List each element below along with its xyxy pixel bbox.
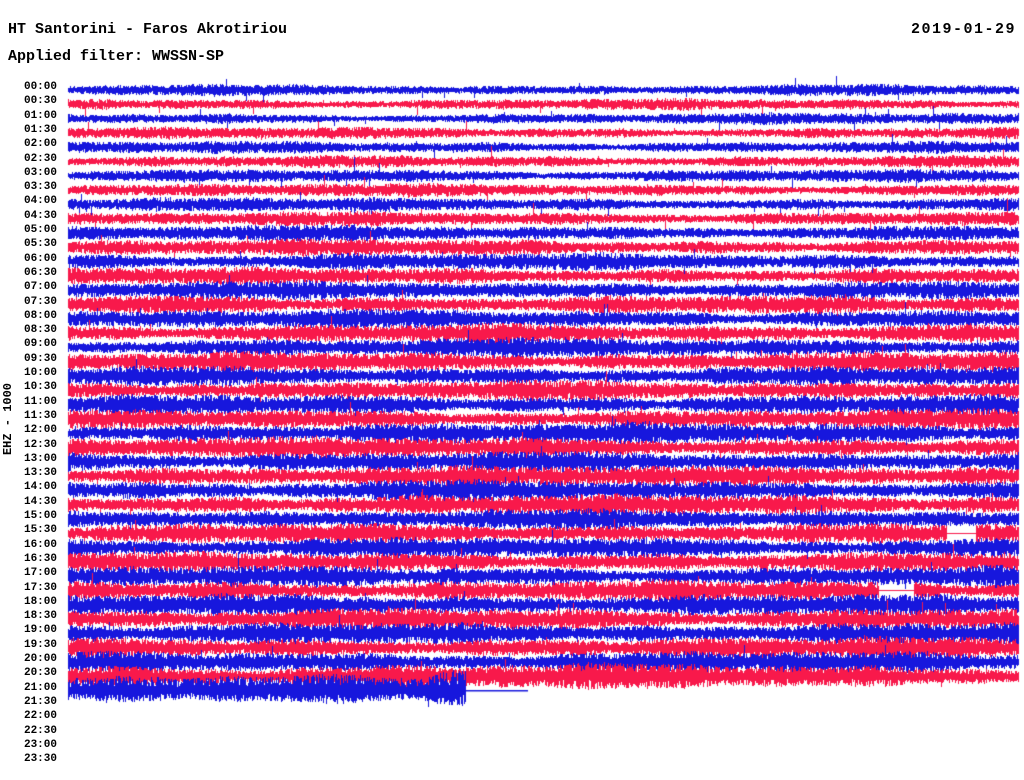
helicorder-traces-canvas[interactable] xyxy=(0,0,1024,780)
time-label-0500: 05:00 xyxy=(23,224,57,236)
time-label-1200: 12:00 xyxy=(23,424,57,437)
time-label-0830: 08:30 xyxy=(23,324,57,337)
time-label-1600: 16:00 xyxy=(23,538,57,551)
time-label-1400: 14:00 xyxy=(23,481,57,494)
time-label-0030: 00:30 xyxy=(23,95,57,108)
time-label-0730: 07:30 xyxy=(23,295,57,308)
time-label-2030: 20:30 xyxy=(23,667,57,680)
helicorder-page: HT Santorini - Faros Akrotiriou 2019-01-… xyxy=(0,0,1024,780)
time-label-1500: 15:00 xyxy=(23,510,57,522)
time-label-0130: 01:30 xyxy=(23,123,57,136)
time-label-0000: 00:00 xyxy=(23,81,57,93)
time-label-2330: 23:30 xyxy=(23,753,57,766)
time-label-1930: 19:30 xyxy=(23,638,57,651)
time-label-1630: 16:30 xyxy=(23,552,57,565)
time-label-2100: 21:00 xyxy=(23,681,57,694)
time-label-1030: 10:30 xyxy=(23,381,57,394)
time-label-2130: 21:30 xyxy=(23,695,57,708)
time-label-2000: 20:00 xyxy=(23,653,57,665)
time-label-0700: 07:00 xyxy=(23,281,57,294)
time-label-1230: 12:30 xyxy=(23,438,57,451)
time-label-1900: 19:00 xyxy=(23,624,57,637)
time-label-1430: 14:30 xyxy=(23,495,57,508)
time-label-1300: 13:00 xyxy=(23,452,57,465)
time-label-0600: 06:00 xyxy=(23,252,57,265)
date-label: 2019-01-29 xyxy=(910,21,1016,38)
time-label-2300: 23:00 xyxy=(23,738,57,751)
time-label-0230: 02:30 xyxy=(23,152,57,165)
time-label-1100: 11:00 xyxy=(23,395,57,408)
time-label-0430: 04:30 xyxy=(23,209,57,222)
time-label-1000: 10:00 xyxy=(23,367,57,379)
time-label-0330: 03:30 xyxy=(23,181,57,194)
time-label-0400: 04:00 xyxy=(23,195,57,208)
time-label-1700: 17:00 xyxy=(23,567,57,580)
time-label-1530: 15:30 xyxy=(23,524,57,537)
time-label-0200: 02:00 xyxy=(23,138,57,151)
time-label-0300: 03:00 xyxy=(23,166,57,179)
time-label-1800: 18:00 xyxy=(23,595,57,608)
time-label-0630: 06:30 xyxy=(23,266,57,279)
time-label-1130: 11:30 xyxy=(23,409,57,422)
time-label-2200: 22:00 xyxy=(23,710,57,723)
time-label-1330: 13:30 xyxy=(23,467,57,480)
time-label-0900: 09:00 xyxy=(23,338,57,351)
time-label-0100: 01:00 xyxy=(23,109,57,122)
time-label-1730: 17:30 xyxy=(23,581,57,594)
time-axis: 00:00 00:30 01:00 01:30 02:00 02:30 03:00 03:30… xyxy=(0,0,57,780)
time-label-2230: 22:30 xyxy=(23,724,57,737)
time-label-0800: 08:00 xyxy=(23,309,57,322)
time-label-0530: 05:30 xyxy=(23,238,57,251)
time-label-0930: 09:30 xyxy=(23,352,57,365)
time-label-1830: 18:30 xyxy=(23,610,57,623)
